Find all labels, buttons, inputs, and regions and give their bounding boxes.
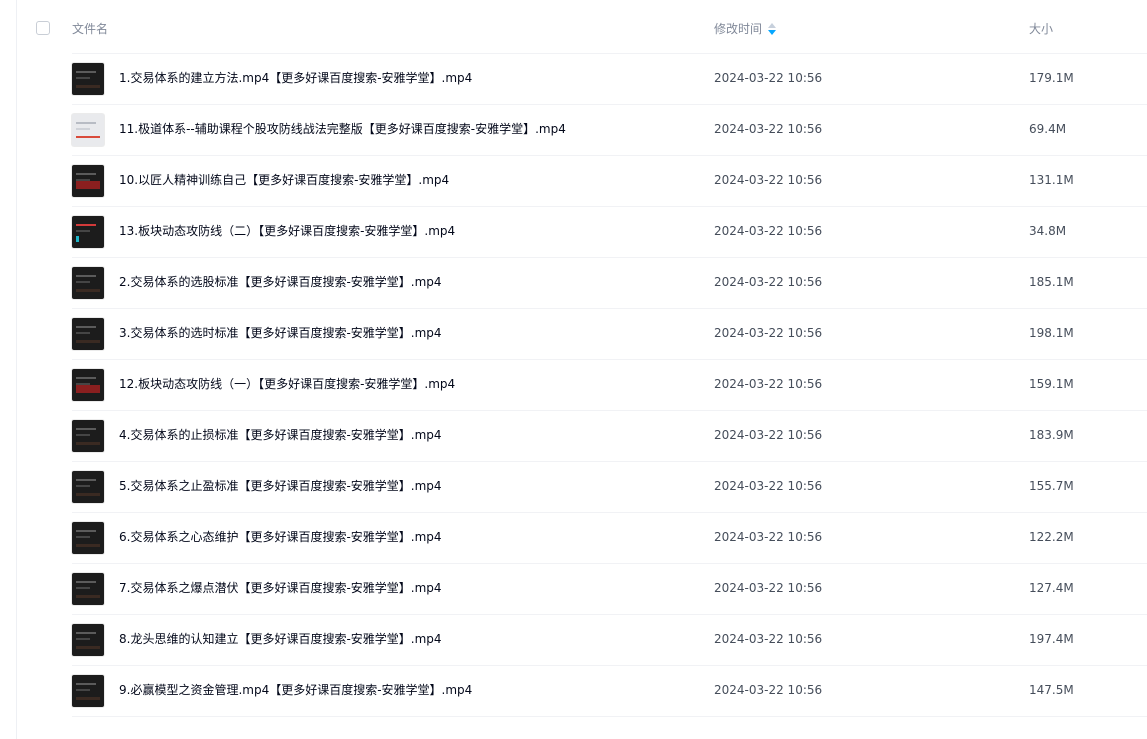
file-name[interactable]: 1.交易体系的建立方法.mp4【更多好课百度搜索-安雅学堂】.mp4 (119, 70, 472, 86)
column-header-name[interactable]: 文件名 (72, 21, 108, 37)
select-all-checkbox[interactable] (36, 21, 50, 35)
video-thumbnail-icon[interactable] (72, 522, 104, 554)
file-modified-time: 2024-03-22 10:56 (714, 479, 823, 493)
file-size: 131.1M (1029, 173, 1074, 187)
file-name[interactable]: 12.板块动态攻防线（一）【更多好课百度搜索-安雅学堂】.mp4 (119, 376, 455, 392)
table-row[interactable]: 13.板块动态攻防线（二）【更多好课百度搜索-安雅学堂】.mp4 2024-03… (0, 206, 1147, 257)
video-thumbnail-icon[interactable] (72, 471, 104, 503)
file-name[interactable]: 8.龙头思维的认知建立【更多好课百度搜索-安雅学堂】.mp4 (119, 631, 442, 647)
video-thumbnail-icon[interactable] (72, 216, 104, 248)
column-header-time-label: 修改时间 (714, 22, 763, 36)
file-size: 159.1M (1029, 377, 1074, 391)
table-row[interactable]: 6.交易体系之心态维护【更多好课百度搜索-安雅学堂】.mp4 2024-03-2… (0, 512, 1147, 563)
column-header-time[interactable]: 修改时间 (714, 21, 777, 37)
file-modified-time: 2024-03-22 10:56 (714, 224, 823, 238)
file-name[interactable]: 4.交易体系的止损标准【更多好课百度搜索-安雅学堂】.mp4 (119, 427, 442, 443)
file-modified-time: 2024-03-22 10:56 (714, 377, 823, 391)
file-size: 197.4M (1029, 632, 1074, 646)
file-name[interactable]: 13.板块动态攻防线（二）【更多好课百度搜索-安雅学堂】.mp4 (119, 223, 455, 239)
file-modified-time: 2024-03-22 10:56 (714, 326, 823, 340)
table-header: 文件名 修改时间 大小 (0, 0, 1147, 56)
file-modified-time: 2024-03-22 10:56 (714, 122, 823, 136)
video-thumbnail-icon[interactable] (72, 267, 104, 299)
file-name[interactable]: 6.交易体系之心态维护【更多好课百度搜索-安雅学堂】.mp4 (119, 529, 442, 545)
table-row[interactable]: 5.交易体系之止盈标准【更多好课百度搜索-安雅学堂】.mp4 2024-03-2… (0, 461, 1147, 512)
file-modified-time: 2024-03-22 10:56 (714, 683, 823, 697)
video-thumbnail-icon[interactable] (72, 675, 104, 707)
file-size: 155.7M (1029, 479, 1074, 493)
video-thumbnail-icon[interactable] (72, 63, 104, 95)
table-row[interactable]: 7.交易体系之爆点潜伏【更多好课百度搜索-安雅学堂】.mp4 2024-03-2… (0, 563, 1147, 614)
file-name[interactable]: 2.交易体系的选股标准【更多好课百度搜索-安雅学堂】.mp4 (119, 274, 442, 290)
video-thumbnail-icon[interactable] (72, 624, 104, 656)
table-row[interactable]: 3.交易体系的选时标准【更多好课百度搜索-安雅学堂】.mp4 2024-03-2… (0, 308, 1147, 359)
file-modified-time: 2024-03-22 10:56 (714, 173, 823, 187)
file-size: 185.1M (1029, 275, 1074, 289)
video-thumbnail-icon[interactable] (72, 114, 104, 146)
file-table: 1.交易体系的建立方法.mp4【更多好课百度搜索-安雅学堂】.mp4 2024-… (0, 53, 1147, 717)
file-modified-time: 2024-03-22 10:56 (714, 428, 823, 442)
file-name[interactable]: 11.极道体系--辅助课程个股攻防线战法完整版【更多好课百度搜索-安雅学堂】.m… (119, 121, 566, 137)
video-thumbnail-icon[interactable] (72, 420, 104, 452)
column-header-size[interactable]: 大小 (1029, 21, 1053, 37)
table-row[interactable]: 2.交易体系的选股标准【更多好课百度搜索-安雅学堂】.mp4 2024-03-2… (0, 257, 1147, 308)
file-size: 183.9M (1029, 428, 1074, 442)
video-thumbnail-icon[interactable] (72, 165, 104, 197)
video-thumbnail-icon[interactable] (72, 573, 104, 605)
file-modified-time: 2024-03-22 10:56 (714, 581, 823, 595)
file-name[interactable]: 5.交易体系之止盈标准【更多好课百度搜索-安雅学堂】.mp4 (119, 478, 442, 494)
file-size: 34.8M (1029, 224, 1067, 238)
file-name[interactable]: 9.必赢模型之资金管理.mp4【更多好课百度搜索-安雅学堂】.mp4 (119, 682, 472, 698)
table-row[interactable]: 12.板块动态攻防线（一）【更多好课百度搜索-安雅学堂】.mp4 2024-03… (0, 359, 1147, 410)
file-size: 147.5M (1029, 683, 1074, 697)
file-size: 69.4M (1029, 122, 1067, 136)
file-name[interactable]: 10.以匠人精神训练自己【更多好课百度搜索-安雅学堂】.mp4 (119, 172, 449, 188)
table-row[interactable]: 10.以匠人精神训练自己【更多好课百度搜索-安雅学堂】.mp4 2024-03-… (0, 155, 1147, 206)
file-size: 198.1M (1029, 326, 1074, 340)
file-size: 122.2M (1029, 530, 1074, 544)
file-name[interactable]: 3.交易体系的选时标准【更多好课百度搜索-安雅学堂】.mp4 (119, 325, 442, 341)
table-row[interactable]: 4.交易体系的止损标准【更多好课百度搜索-安雅学堂】.mp4 2024-03-2… (0, 410, 1147, 461)
table-row[interactable]: 9.必赢模型之资金管理.mp4【更多好课百度搜索-安雅学堂】.mp4 2024-… (0, 665, 1147, 717)
sort-desc-icon[interactable] (768, 23, 777, 35)
file-modified-time: 2024-03-22 10:56 (714, 530, 823, 544)
file-name[interactable]: 7.交易体系之爆点潜伏【更多好课百度搜索-安雅学堂】.mp4 (119, 580, 442, 596)
video-thumbnail-icon[interactable] (72, 369, 104, 401)
table-row[interactable]: 11.极道体系--辅助课程个股攻防线战法完整版【更多好课百度搜索-安雅学堂】.m… (0, 104, 1147, 155)
file-modified-time: 2024-03-22 10:56 (714, 71, 823, 85)
file-size: 179.1M (1029, 71, 1074, 85)
file-modified-time: 2024-03-22 10:56 (714, 632, 823, 646)
video-thumbnail-icon[interactable] (72, 318, 104, 350)
file-list-page: 文件名 修改时间 大小 1.交易体系的建立方法.mp4【更多好课百度搜索-安雅学… (0, 0, 1147, 739)
table-row[interactable]: 8.龙头思维的认知建立【更多好课百度搜索-安雅学堂】.mp4 2024-03-2… (0, 614, 1147, 665)
file-size: 127.4M (1029, 581, 1074, 595)
table-row[interactable]: 1.交易体系的建立方法.mp4【更多好课百度搜索-安雅学堂】.mp4 2024-… (0, 53, 1147, 104)
file-modified-time: 2024-03-22 10:56 (714, 275, 823, 289)
